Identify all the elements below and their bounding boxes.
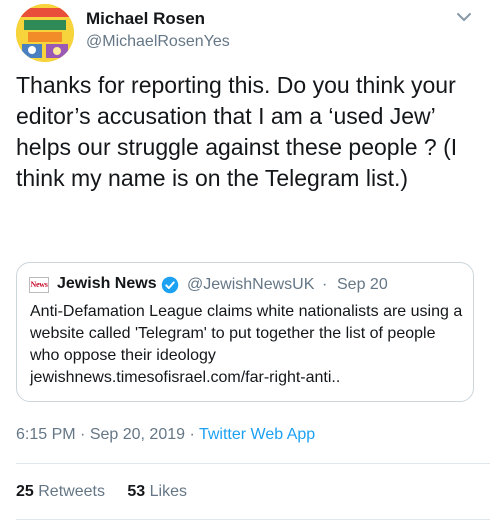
tweet-source[interactable]: Twitter Web App — [199, 426, 315, 443]
retweets-label: Retweets — [38, 483, 105, 500]
quoted-author-handle[interactable]: @JewishNewsUK — [187, 276, 314, 294]
tweet-date[interactable]: Sep 20, 2019 — [90, 426, 185, 443]
book-cover-avatar-icon — [16, 4, 74, 62]
quoted-author-name[interactable]: Jewish News — [57, 275, 157, 293]
verified-badge-icon — [161, 276, 179, 294]
tweet-time[interactable]: 6:15 PM — [16, 426, 76, 443]
retweets-stat[interactable]: 25 Retweets — [16, 483, 105, 500]
likes-label: Likes — [149, 483, 188, 500]
tweet-text: Thanks for reporting this. Do you think … — [16, 72, 458, 191]
tweet-stats: 25 Retweets 53 Likes — [16, 483, 187, 501]
logo-text: News — [30, 280, 48, 289]
quoted-tweet-card[interactable]: News Jewish News @JewishNewsUK · Sep 20 … — [16, 262, 474, 402]
likes-count: 53 — [127, 483, 146, 500]
chevron-down-icon[interactable] — [455, 10, 473, 24]
author-handle[interactable]: @MichaelRosenYes — [86, 33, 230, 51]
likes-stat[interactable]: 53 Likes — [127, 483, 187, 500]
quoted-separator: · — [322, 276, 328, 293]
tweet-meta: 6:15 PM · Sep 20, 2019 · Twitter Web App — [16, 426, 315, 444]
jewish-news-logo: News — [29, 277, 49, 293]
author-avatar[interactable] — [16, 4, 74, 62]
author-name[interactable]: Michael Rosen — [86, 9, 205, 29]
meta-separator-1: · — [80, 426, 86, 443]
quoted-body: Anti-Defamation League claims white nati… — [30, 303, 463, 364]
quoted-link[interactable]: jewishnews.timesofisrael.com/far-right-a… — [30, 369, 340, 386]
divider — [16, 463, 490, 464]
retweets-count: 25 — [16, 483, 34, 500]
quoted-text: Anti-Defamation League claims white nati… — [30, 301, 466, 389]
meta-separator-2: · — [189, 426, 195, 443]
quoted-date[interactable]: Sep 20 — [337, 276, 388, 294]
